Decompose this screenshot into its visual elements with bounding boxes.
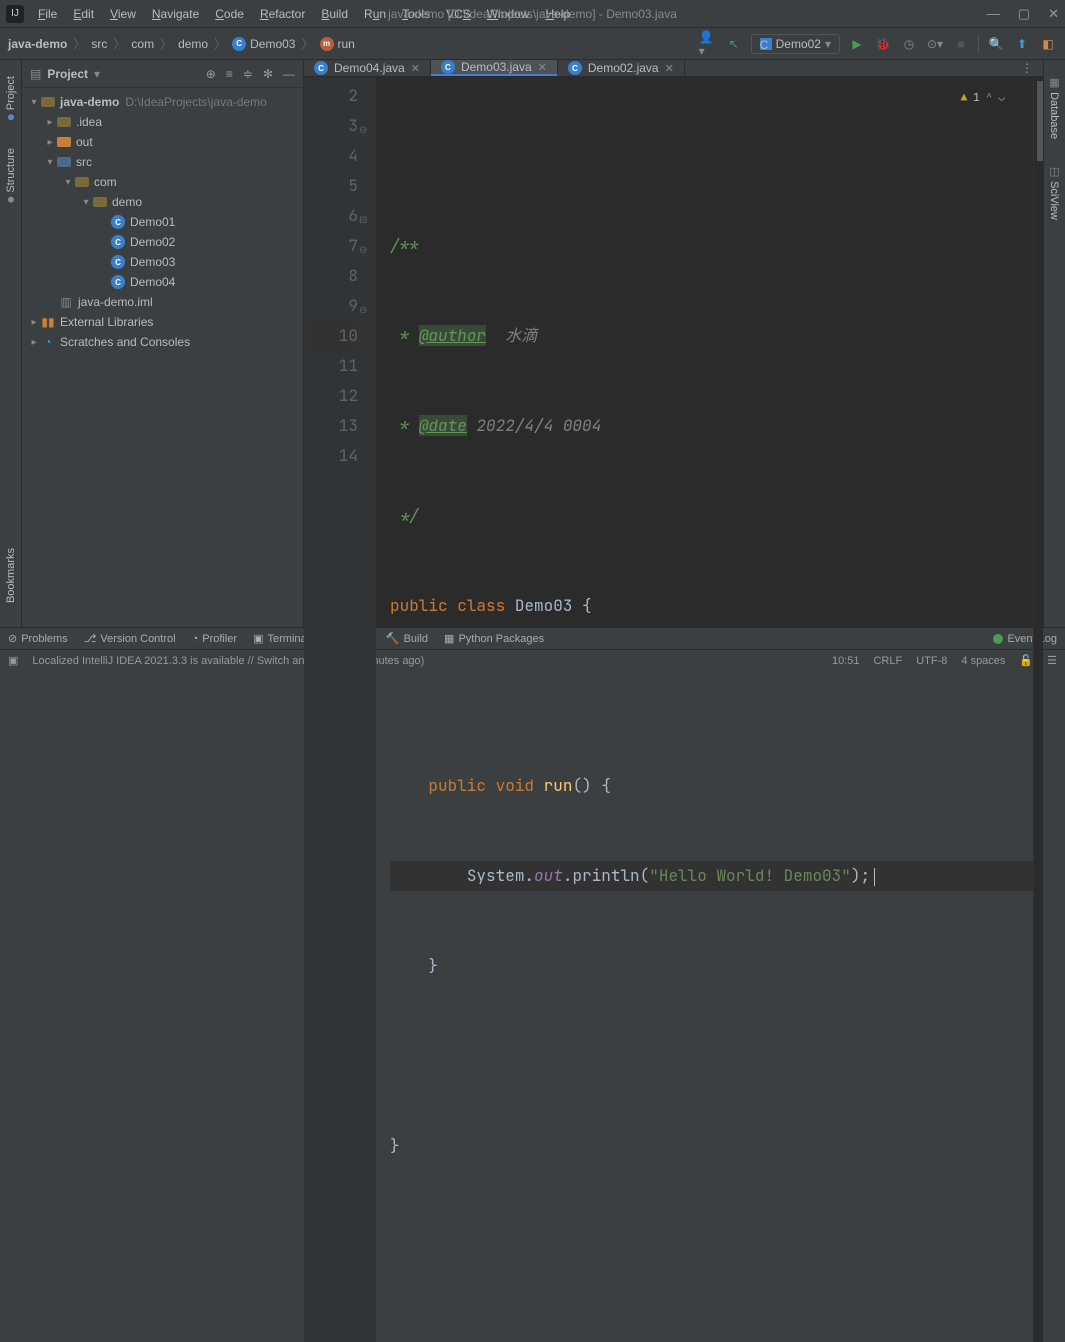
tree-demo03[interactable]: CDemo03 xyxy=(22,252,303,272)
back-action-icon[interactable]: ↖ xyxy=(725,35,743,53)
breadcrumb: java-demo 〉 src 〉 com 〉 demo 〉 C Demo03 … xyxy=(8,35,355,52)
crumb-pkg1[interactable]: com xyxy=(131,37,154,51)
menu-file[interactable]: File xyxy=(32,5,63,23)
class-icon: C xyxy=(314,61,328,75)
tab-demo02[interactable]: CDemo02.java✕ xyxy=(558,60,685,76)
settings-icon[interactable]: ✻ xyxy=(263,67,273,81)
crumb-pkg2[interactable]: demo xyxy=(178,37,208,51)
tree-demo04[interactable]: CDemo04 xyxy=(22,272,303,292)
close-icon[interactable]: ✕ xyxy=(411,62,420,75)
project-tree: ▾java-demoD:\IdeaProjects\java-demo ▸.id… xyxy=(22,88,303,627)
update-icon[interactable]: ⬆ xyxy=(1013,35,1031,53)
tree-src[interactable]: ▾src xyxy=(22,152,303,172)
problems-icon: ⊘ xyxy=(8,632,17,645)
close-icon[interactable]: ✕ xyxy=(538,61,547,74)
gutter: 2 3 4 5 6 7 8 9 10 11 12 13 14 ⊖ ⊖ ⊖ ⊟ xyxy=(304,77,376,1342)
tree-external-libs[interactable]: ▸▮▮External Libraries xyxy=(22,312,303,332)
close-icon[interactable]: ✕ xyxy=(665,62,674,75)
stop-button[interactable]: ■ xyxy=(952,35,970,53)
scrollbar[interactable] xyxy=(1033,77,1043,1342)
folder-icon: ▤ xyxy=(30,67,41,81)
tree-idea[interactable]: ▸.idea xyxy=(22,112,303,132)
coverage-button[interactable]: ◷ xyxy=(900,35,918,53)
search-icon[interactable]: 🔍 xyxy=(987,35,1005,53)
menu-navigate[interactable]: Navigate xyxy=(146,5,205,23)
warning-icon: ▲ xyxy=(961,83,968,113)
class-icon: C xyxy=(760,38,772,50)
sidepanel-title: Project xyxy=(47,67,88,81)
tree-demo01[interactable]: CDemo01 xyxy=(22,212,303,232)
class-icon: C xyxy=(441,60,455,74)
menu-edit[interactable]: Edit xyxy=(67,5,100,23)
tool-database-tab[interactable]: ▦ Database xyxy=(1046,66,1063,149)
menu-build[interactable]: Build xyxy=(315,5,354,23)
tool-bookmarks-tab[interactable]: Bookmarks xyxy=(3,538,19,613)
tool-project-tab[interactable]: Project xyxy=(3,66,19,130)
tool-sciview-tab[interactable]: ◫ SciView xyxy=(1046,155,1063,230)
close-button[interactable]: ✕ xyxy=(1048,6,1059,22)
run-button[interactable]: ▶ xyxy=(848,35,866,53)
class-icon: C xyxy=(568,61,582,75)
profiler-icon: ◔ xyxy=(192,633,199,645)
app-logo: IJ xyxy=(6,5,24,23)
expand-all-icon[interactable]: ≡ xyxy=(226,67,233,81)
terminal-icon: ▣ xyxy=(253,632,263,645)
menu-view[interactable]: View xyxy=(104,5,142,23)
menu-refactor[interactable]: Refactor xyxy=(254,5,311,23)
debug-button[interactable]: 🐞 xyxy=(874,35,892,53)
crumb-src[interactable]: src xyxy=(91,37,107,51)
code-content[interactable]: /** * @author 水滴 * @date 2022/4/4 0004 *… xyxy=(376,77,1033,1342)
tool-profiler[interactable]: ◔Profiler xyxy=(192,633,238,645)
select-opened-icon[interactable]: ⊕ xyxy=(206,67,216,81)
tree-com[interactable]: ▾com xyxy=(22,172,303,192)
tree-scratches[interactable]: ▸◔Scratches and Consoles xyxy=(22,332,303,352)
menu-code[interactable]: Code xyxy=(209,5,250,23)
tree-demo02[interactable]: CDemo02 xyxy=(22,232,303,252)
profile-button[interactable]: ⊙▾ xyxy=(926,35,944,53)
ide-settings-icon[interactable]: ◧ xyxy=(1039,35,1057,53)
maximize-button[interactable]: ▢ xyxy=(1018,6,1030,22)
collapse-all-icon[interactable]: ≑ xyxy=(243,67,253,81)
hide-icon[interactable]: — xyxy=(283,67,295,81)
code-editor[interactable]: 2 3 4 5 6 7 8 9 10 11 12 13 14 ⊖ ⊖ ⊖ ⊟ /… xyxy=(304,77,1043,1342)
run-config-selector[interactable]: C Demo02 ▾ xyxy=(751,34,840,54)
tool-structure-tab[interactable]: Structure xyxy=(3,138,19,213)
caret xyxy=(874,868,875,886)
crumb-project[interactable]: java-demo xyxy=(8,37,67,51)
minimize-button[interactable]: — xyxy=(987,6,1000,22)
tree-root[interactable]: ▾java-demoD:\IdeaProjects\java-demo xyxy=(22,92,303,112)
user-icon[interactable]: 👤▾ xyxy=(699,35,717,53)
tool-problems[interactable]: ⊘Problems xyxy=(8,632,68,645)
run-config-label: Demo02 xyxy=(776,37,821,51)
tab-demo04[interactable]: CDemo04.java✕ xyxy=(304,60,431,76)
toolwindows-button[interactable]: ▣ xyxy=(8,654,18,667)
window-title: java-demo [D:\IdeaProjects\java-demo] - … xyxy=(388,7,677,21)
tool-vcs[interactable]: ⎇Version Control xyxy=(84,632,176,645)
tree-demo[interactable]: ▾demo xyxy=(22,192,303,212)
tree-iml[interactable]: ▥java-demo.iml xyxy=(22,292,303,312)
class-icon: C xyxy=(232,37,246,51)
inspection-indicator[interactable]: ▲ 1 ^ ⌄ xyxy=(961,83,1005,113)
tool-terminal[interactable]: ▣Terminal xyxy=(253,632,309,645)
menu-run[interactable]: Run xyxy=(358,5,392,23)
tree-out[interactable]: ▸out xyxy=(22,132,303,152)
tab-demo03[interactable]: CDemo03.java✕ xyxy=(431,60,558,76)
tabs-more-icon[interactable]: ⋮ xyxy=(1011,60,1043,76)
ide-icon[interactable]: ☰ xyxy=(1047,654,1057,667)
method-icon: m xyxy=(320,37,334,51)
crumb-class[interactable]: Demo03 xyxy=(250,37,295,51)
branch-icon: ⎇ xyxy=(84,632,97,645)
crumb-method[interactable]: run xyxy=(338,37,355,51)
